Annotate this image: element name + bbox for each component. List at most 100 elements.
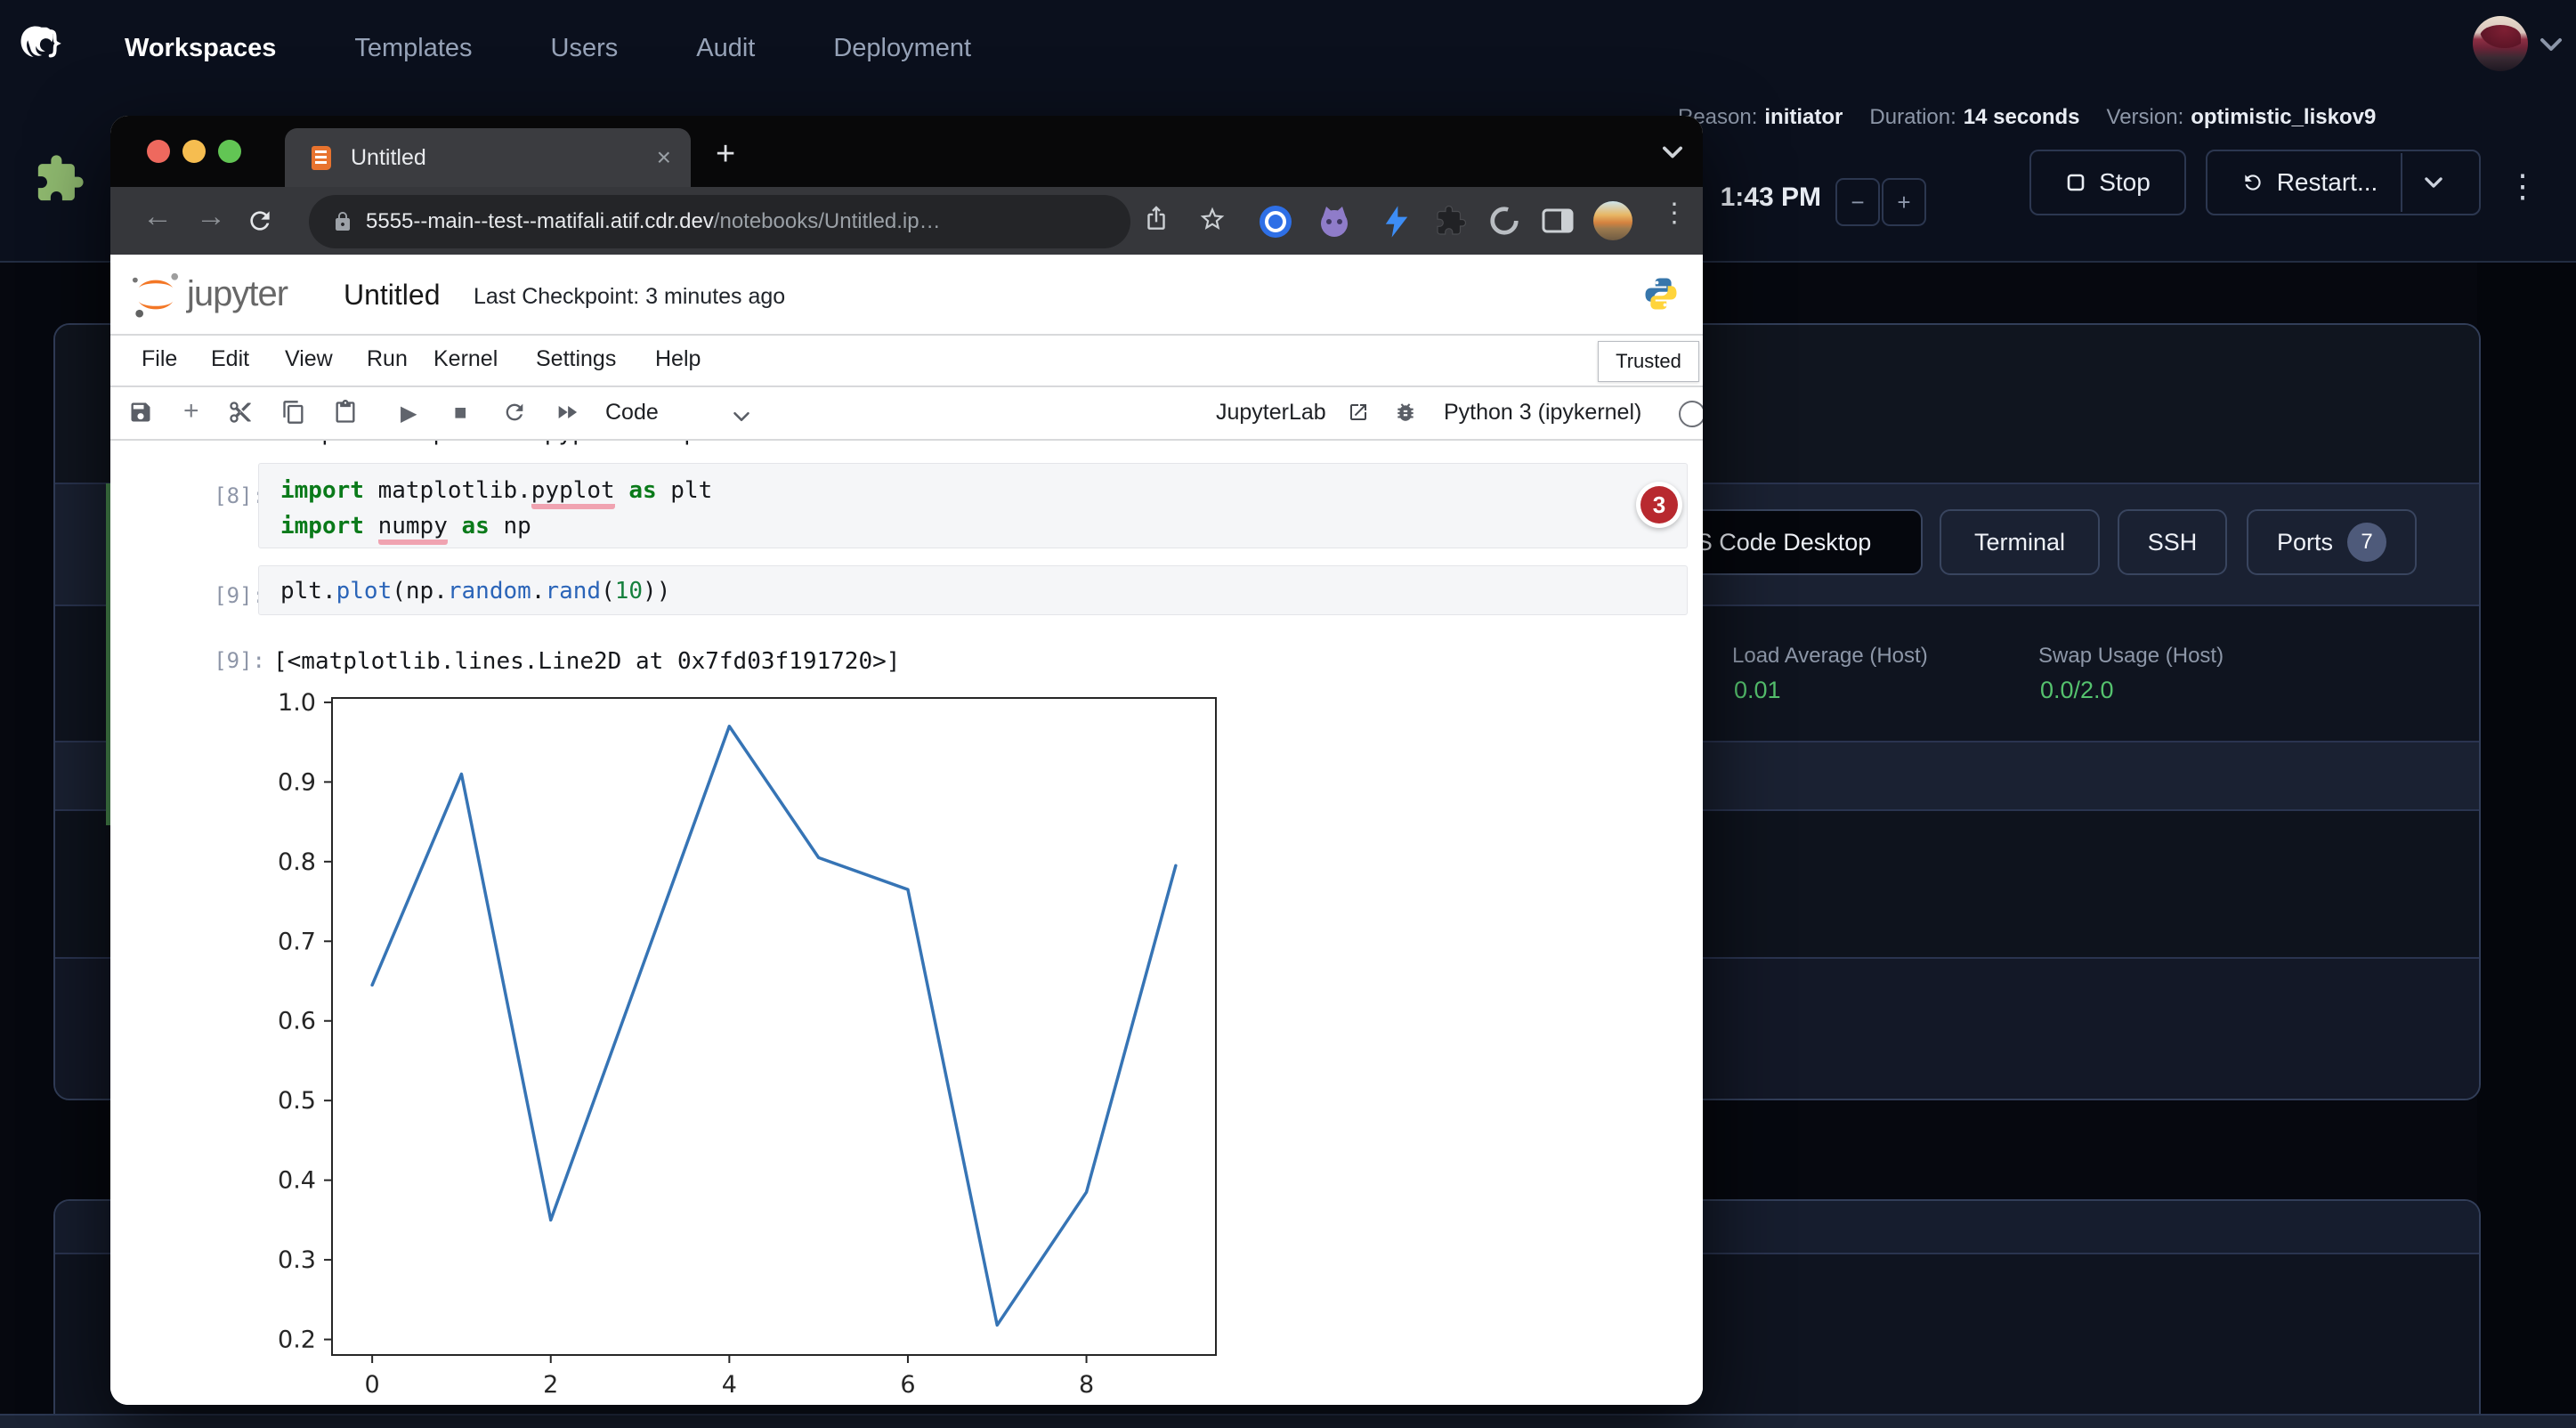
- nav-item-workspaces[interactable]: Workspaces: [125, 34, 276, 63]
- svg-text:0.4: 0.4: [278, 1167, 316, 1195]
- browser-menu-kebab[interactable]: ⋮: [1661, 198, 1688, 229]
- app-button-ssh[interactable]: SSH: [2118, 509, 2227, 575]
- user-menu-chevron-icon[interactable]: [2537, 34, 2565, 55]
- notebook-scroll-area[interactable]: import matplotlib.pyplot as plt [8]: imp…: [110, 441, 1703, 1405]
- svg-text:2: 2: [543, 1371, 558, 1399]
- notebook-title[interactable]: Untitled: [344, 279, 441, 312]
- back-button[interactable]: ←: [142, 199, 173, 234]
- restart-options-chevron-icon[interactable]: [2422, 174, 2445, 191]
- copy-cell-button[interactable]: [281, 400, 306, 425]
- code-cell-input[interactable]: import matplotlib.pyplot as plt import n…: [258, 463, 1688, 548]
- code-line: import numpy as np: [280, 508, 531, 544]
- side-panel-icon[interactable]: [1542, 208, 1574, 233]
- stop-workspace-button[interactable]: Stop: [2029, 150, 2186, 215]
- jupyter-logo-icon: [130, 271, 182, 319]
- app-button-terminal[interactable]: Terminal: [1940, 509, 2100, 575]
- cut-cell-button[interactable]: [228, 400, 253, 425]
- browser-window: Untitled × + ← → 5555--main--test--matif…: [110, 116, 1703, 1405]
- restart-workspace-button[interactable]: Restart...: [2206, 150, 2481, 215]
- extension-ring-icon[interactable]: [1488, 205, 1520, 237]
- workspace-kebab-menu[interactable]: ⋮: [2507, 167, 2539, 205]
- menu-kernel[interactable]: Kernel: [433, 346, 498, 372]
- primary-nav: Workspaces Templates Users Audit Deploym…: [125, 27, 971, 69]
- paste-cell-button[interactable]: [333, 400, 358, 425]
- svg-text:0.8: 0.8: [278, 848, 316, 876]
- restart-run-all-button[interactable]: [554, 400, 580, 425]
- nav-item-users[interactable]: Users: [551, 34, 619, 63]
- svg-text:0.2: 0.2: [278, 1327, 316, 1354]
- notification-badge[interactable]: 3: [1636, 482, 1682, 528]
- menu-run[interactable]: Run: [367, 346, 408, 372]
- tab-search-chevron-icon[interactable]: [1659, 142, 1686, 162]
- menu-view[interactable]: View: [285, 346, 333, 372]
- interrupt-kernel-button[interactable]: ■: [454, 401, 467, 426]
- extension-lightning-icon[interactable]: [1381, 205, 1412, 239]
- app-button-label: VS Code Desktop: [1681, 529, 1872, 556]
- cell-type-dropdown[interactable]: Code: [605, 400, 659, 426]
- trusted-button[interactable]: Trusted: [1598, 341, 1699, 382]
- restart-split-divider: [2401, 153, 2402, 212]
- menu-file[interactable]: File: [142, 346, 177, 372]
- browser-tabstrip: Untitled × +: [110, 116, 1703, 187]
- run-cell-button[interactable]: ▶: [401, 401, 417, 426]
- matplotlib-figure: 0.20.30.40.50.60.70.80.91.002468: [240, 683, 1237, 1405]
- build-meta-row: Reason:initiator Duration:14 seconds Ver…: [1678, 105, 2376, 130]
- restart-kernel-button[interactable]: [502, 400, 527, 425]
- code-line: plt.plot(np.random.rand(10)): [280, 573, 670, 609]
- app-button-label: Terminal: [1974, 529, 2065, 556]
- svg-text:0.9: 0.9: [278, 768, 316, 796]
- nav-item-audit[interactable]: Audit: [696, 34, 755, 63]
- app-button-label: Ports: [2277, 529, 2333, 556]
- window-zoom-button[interactable]: [218, 140, 241, 163]
- svg-text:4: 4: [722, 1371, 737, 1399]
- coder-logo-icon[interactable]: [14, 20, 66, 71]
- nav-item-deployment[interactable]: Deployment: [833, 34, 971, 63]
- python-kernel-logo-icon: [1643, 274, 1679, 313]
- window-minimize-button[interactable]: [182, 140, 206, 163]
- external-link-icon: [1348, 402, 1369, 423]
- share-icon[interactable]: [1143, 205, 1170, 235]
- tab-close-icon[interactable]: ×: [657, 143, 671, 172]
- schedule-minus-button[interactable]: −: [1835, 178, 1880, 226]
- save-button[interactable]: [128, 400, 153, 425]
- kernel-name[interactable]: Python 3 (ipykernel): [1444, 400, 1641, 426]
- build-duration: Duration:14 seconds: [1869, 105, 2079, 130]
- debugger-bug-icon[interactable]: [1394, 401, 1417, 424]
- schedule-plus-button[interactable]: +: [1882, 178, 1926, 226]
- cell-type-chevron-icon[interactable]: [730, 409, 753, 425]
- svg-text:0.3: 0.3: [278, 1246, 316, 1274]
- page-gutter: [2477, 263, 2576, 1428]
- extensions-puzzle-icon[interactable]: [1435, 205, 1467, 237]
- new-tab-button[interactable]: +: [716, 135, 735, 174]
- clipped-cell-remnant: import matplotlib.pyplot as plt: [294, 441, 1095, 448]
- cell-output-text: [<matplotlib.lines.Line2D at 0x7fd03f191…: [273, 648, 900, 675]
- browser-tab[interactable]: Untitled ×: [285, 128, 691, 187]
- code-cell-input[interactable]: plt.plot(np.random.rand(10)): [258, 565, 1688, 615]
- app-button-ports[interactable]: Ports 7: [2247, 509, 2417, 575]
- extension-cat-icon[interactable]: [1317, 205, 1351, 239]
- forward-button[interactable]: →: [196, 199, 226, 234]
- nav-item-templates[interactable]: Templates: [354, 34, 472, 63]
- cell-prompt: [9]:: [185, 583, 265, 608]
- svg-text:0.5: 0.5: [278, 1087, 316, 1115]
- menu-edit[interactable]: Edit: [211, 346, 249, 372]
- user-avatar[interactable]: [2473, 16, 2528, 71]
- svg-text:0.6: 0.6: [278, 1008, 316, 1035]
- bookmark-star-icon[interactable]: [1198, 205, 1227, 233]
- add-cell-button[interactable]: +: [183, 396, 199, 426]
- menu-settings[interactable]: Settings: [536, 346, 616, 372]
- open-jupyterlab-link[interactable]: JupyterLab: [1216, 400, 1326, 426]
- jupyter-header: jupyter Untitled Last Checkpoint: 3 minu…: [110, 255, 1703, 336]
- url-bar[interactable]: 5555--main--test--matifali.atif.cdr.dev/…: [309, 195, 1130, 248]
- menu-help[interactable]: Help: [655, 346, 701, 372]
- jupyter-wordmark: jupyter: [187, 274, 288, 314]
- ports-count-badge: 7: [2347, 523, 2386, 562]
- svg-text:8: 8: [1079, 1371, 1094, 1399]
- jupyter-app: jupyter Untitled Last Checkpoint: 3 minu…: [110, 255, 1703, 1405]
- svg-text:0: 0: [365, 1371, 380, 1399]
- svg-text:1.0: 1.0: [278, 689, 316, 717]
- extension-1password-icon[interactable]: [1259, 205, 1292, 239]
- browser-profile-avatar[interactable]: [1593, 201, 1632, 240]
- reload-button[interactable]: [246, 207, 274, 235]
- window-close-button[interactable]: [147, 140, 170, 163]
